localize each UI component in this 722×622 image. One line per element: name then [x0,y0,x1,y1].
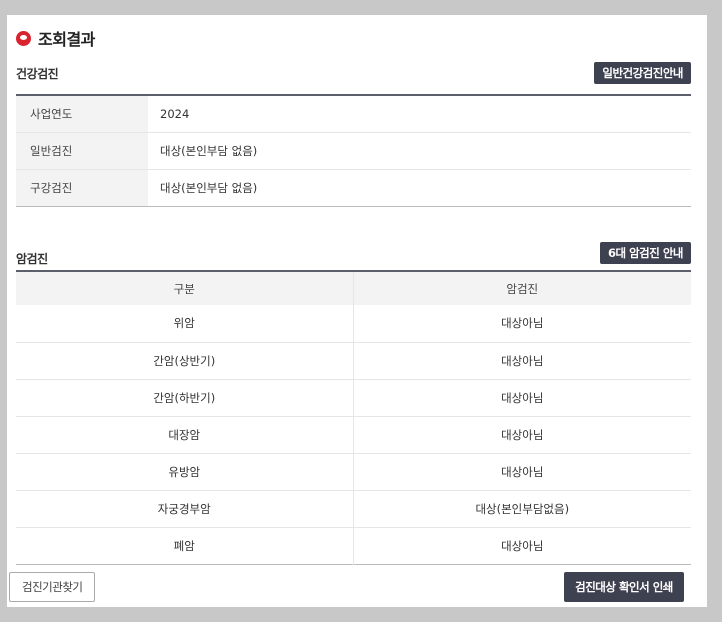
table-row: 구강검진 대상(본인부담 없음) [16,169,691,206]
cancer-type: 간암(상반기) [16,342,354,380]
cancer-status: 대상아님 [353,305,691,343]
cancer-type: 위암 [16,305,354,343]
cancer-section-header: 암검진 6대 암검진 안내 [16,238,691,267]
cancer-checkup-guide-button[interactable]: 6대 암검진 안내 [600,241,691,264]
cancer-section-label: 암검진 [16,252,48,266]
table-row: 사업연도 2024 [16,95,691,133]
cancer-status: 대상아님 [353,416,691,454]
column-header-type: 구분 [16,271,354,305]
health-section-header: 건강검진 일반건강검진안내 [16,62,691,84]
column-header-status: 암검진 [353,271,691,305]
table-row: 위암 대상아님 [16,305,691,343]
table-row: 자궁경부암 대상(본인부담없음) [16,490,691,528]
cancer-status: 대상아님 [353,453,691,491]
row-value: 대상(본인부담 없음) [160,180,258,195]
row-label: 사업연도 [16,95,148,133]
table-row: 간암(상반기) 대상아님 [16,342,691,380]
table-row: 간암(하반기) 대상아님 [16,379,691,417]
page-title-row: 조회결과 [16,26,95,50]
health-table: 사업연도 2024 일반검진 대상(본인부담 없음) 구강검진 대상(본인부담 … [16,94,691,207]
cancer-status: 대상(본인부담없음) [353,490,691,528]
row-value: 대상(본인부담 없음) [148,132,691,170]
table-row: 폐암 대상아님 [16,527,691,564]
cancer-table: 구분 암검진 위암 대상아님 간암(상반기) 대상아님 간암(하반기) 대상아님… [16,270,691,565]
find-institution-button[interactable]: 검진기관찾기 [9,572,96,602]
result-panel: 조회결과 건강검진 일반건강검진안내 사업연도 2024 일반검진 대상(본인부… [7,15,707,607]
cancer-type: 자궁경부암 [16,490,354,528]
cancer-type: 간암(하반기) [16,379,354,417]
cancer-type: 폐암 [16,527,354,564]
cancer-status: 대상아님 [501,538,544,553]
cancer-status: 대상아님 [353,342,691,380]
cancer-type: 대장암 [16,416,354,454]
health-section-label: 건강검진 [16,66,59,81]
table-row: 일반검진 대상(본인부담 없음) [16,132,691,170]
cancer-status: 대상아님 [353,379,691,417]
row-label: 구강검진 [16,169,148,206]
page-title: 조회결과 [38,30,95,49]
print-certificate-button[interactable]: 검진대상 확인서 인쇄 [564,572,684,602]
row-value: 2024 [148,95,691,133]
table-row: 유방암 대상아님 [16,453,691,491]
title-bullet-icon [16,30,31,46]
general-checkup-guide-button[interactable]: 일반건강검진안내 [594,62,691,84]
table-row: 대장암 대상아님 [16,416,691,454]
table-header-row: 구분 암검진 [16,271,691,305]
cancer-type: 유방암 [16,453,354,491]
row-label: 일반검진 [16,132,148,170]
